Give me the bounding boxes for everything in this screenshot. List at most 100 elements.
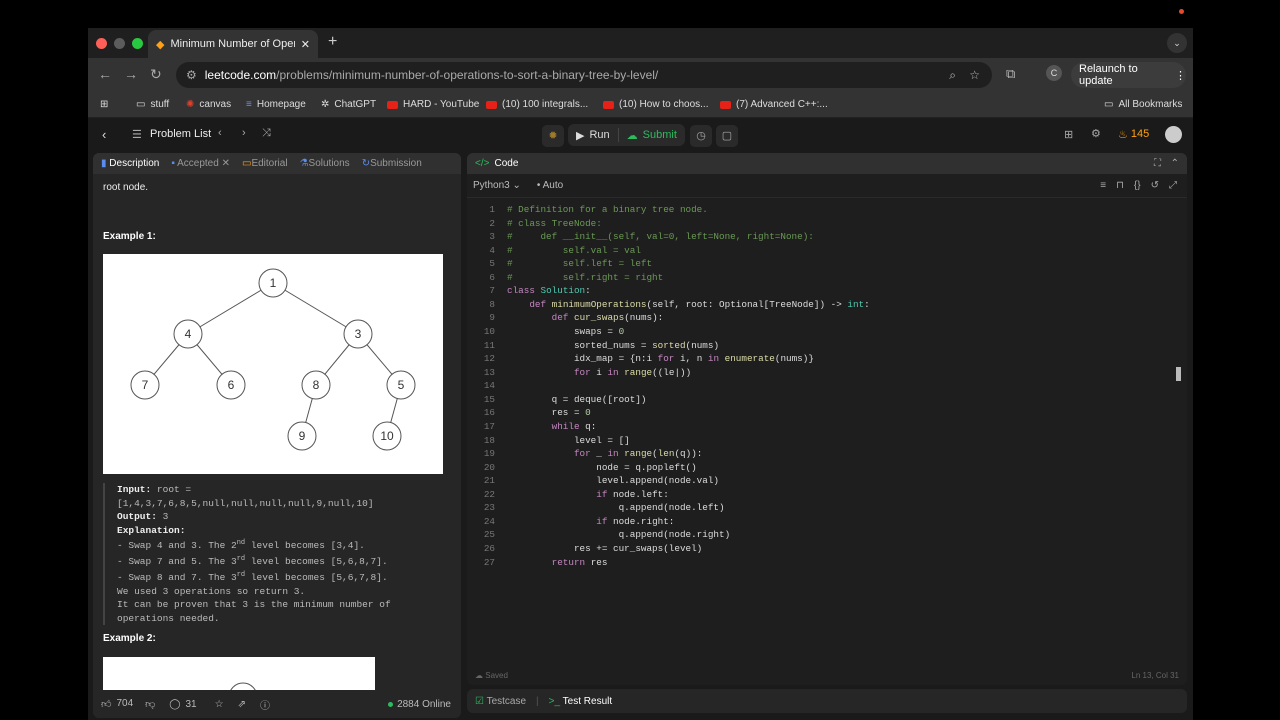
relaunch-button[interactable]: Relaunch to update ⋮ bbox=[1071, 62, 1186, 88]
run-submit-group: ▶ Run ☁ Submit bbox=[568, 124, 685, 146]
bookmark-homepage[interactable]: ≡ Homepage bbox=[246, 99, 306, 110]
bookmark-icon[interactable]: ⊓ bbox=[1116, 180, 1124, 191]
chevron-down-icon[interactable]: ⌄ bbox=[1167, 33, 1187, 53]
profile-avatar[interactable]: C bbox=[1046, 65, 1062, 81]
url-path: /problems/minimum-number-of-operations-t… bbox=[276, 68, 659, 82]
new-tab-icon[interactable]: + bbox=[328, 33, 337, 51]
next-problem-icon[interactable]: › bbox=[242, 127, 246, 139]
code-icon: </> bbox=[475, 158, 490, 169]
code-panel-title: Code bbox=[494, 158, 519, 169]
submit-button[interactable]: ☁ Submit bbox=[627, 129, 677, 142]
thumbs-up-icon: 👍︎ bbox=[101, 699, 112, 710]
shuffle-icon[interactable]: ⤨ bbox=[262, 127, 271, 140]
browser-window: ◆ Minimum Number of Operatio ✕ + ⌄ ← → ↻… bbox=[88, 28, 1193, 720]
youtube-icon bbox=[603, 100, 614, 109]
timer-icon[interactable]: ◷ bbox=[690, 125, 712, 147]
prev-problem-icon[interactable]: ‹ bbox=[218, 127, 222, 139]
more-vert-icon[interactable]: ⋮ bbox=[1175, 69, 1186, 82]
relaunch-label: Relaunch to update bbox=[1079, 63, 1138, 87]
homepage-icon: ≡ bbox=[246, 99, 252, 110]
tab-bar: ◆ Minimum Number of Operatio ✕ + ⌄ bbox=[88, 28, 1193, 58]
forward-icon[interactable]: → bbox=[124, 66, 138, 82]
share-icon[interactable]: ⇗ bbox=[238, 699, 246, 710]
saved-status: ☁ Saved bbox=[475, 670, 508, 680]
url-input[interactable]: ⚙ leetcode.com/problems/minimum-number-o… bbox=[176, 62, 992, 88]
bookmark-chatgpt[interactable]: ✲ ChatGPT bbox=[321, 99, 376, 110]
autocomplete-toggle[interactable]: • Auto bbox=[537, 180, 563, 191]
braces-icon[interactable]: {} bbox=[1134, 180, 1141, 191]
tab-test-result[interactable]: >_ Test Result bbox=[549, 696, 612, 707]
run-button[interactable]: ▶ Run bbox=[576, 129, 610, 142]
notes-icon[interactable]: ▢ bbox=[716, 125, 738, 147]
list-icon[interactable]: ☰ bbox=[132, 128, 142, 141]
tree-node-label: 4 bbox=[185, 327, 192, 341]
close-window-button[interactable] bbox=[96, 37, 107, 49]
browser-tab[interactable]: ◆ Minimum Number of Operatio ✕ bbox=[148, 30, 318, 58]
youtube-icon bbox=[486, 100, 497, 109]
close-tab-icon[interactable]: ✕ bbox=[301, 38, 310, 51]
comments-button[interactable]: ◯ 31 bbox=[169, 699, 196, 710]
zoom-icon[interactable]: ⌕ bbox=[949, 68, 956, 83]
binary-tree-diagram: 1 4 3 7 6 8 5 9 10 bbox=[130, 268, 416, 451]
code-panel: </> Code ⛶ ⌃ Python3 ⌄ • Auto ≡ ⊓ {} ↺ ⤢… bbox=[467, 153, 1187, 685]
close-tab-icon[interactable]: ✕ bbox=[222, 158, 230, 169]
console-panel: ☑ Testcase | >_ Test Result bbox=[467, 689, 1187, 713]
url-domain: leetcode.com bbox=[204, 68, 277, 82]
bookmark-canvas[interactable]: ✺ canvas bbox=[186, 99, 231, 110]
streak-counter[interactable]: ♨ 145 bbox=[1118, 128, 1149, 141]
problem-list-link[interactable]: Problem List bbox=[150, 128, 211, 140]
example-1-heading: Example 1: bbox=[103, 231, 156, 242]
expand-icon[interactable]: ⤢ bbox=[1169, 180, 1177, 191]
bookmark-youtube-2[interactable]: (10) 100 integrals... bbox=[486, 99, 588, 110]
tab-description[interactable]: ▮ Description bbox=[101, 158, 159, 169]
bookmark-youtube-1[interactable]: HARD - YouTube bbox=[387, 99, 479, 110]
example-1-tree-image: 1 4 3 7 6 8 5 9 10 bbox=[103, 254, 443, 474]
tab-accepted[interactable]: ▪ Accepted ✕ bbox=[171, 158, 230, 169]
upload-cloud-icon: ☁ bbox=[626, 129, 638, 142]
tab-testcase[interactable]: ☑ Testcase bbox=[475, 696, 526, 707]
fullscreen-icon[interactable]: ⛶ bbox=[1154, 158, 1161, 169]
format-icon[interactable]: ≡ bbox=[1100, 180, 1106, 191]
tab-submissions[interactable]: ↻Submission bbox=[362, 158, 422, 169]
editor-status-bar: ☁ Saved Ln 13, Col 31 bbox=[467, 665, 1187, 685]
settings-gear-icon[interactable]: ⚙ bbox=[1091, 127, 1101, 140]
star-icon[interactable]: ☆ bbox=[215, 699, 224, 710]
help-icon[interactable]: ⓘ bbox=[260, 697, 270, 712]
site-info-icon[interactable]: ⚙ bbox=[186, 68, 197, 82]
layout-grid-icon[interactable]: ⊞ bbox=[1064, 128, 1073, 141]
bookmarks-bar: ⊞ ▭ stuff ✺ canvas ≡ Homepage ✲ ChatGPT HARD… bbox=[88, 92, 1193, 118]
language-select[interactable]: Python3 ⌄ bbox=[473, 180, 521, 191]
tab-solutions[interactable]: ⚗Solutions bbox=[300, 158, 350, 169]
tree-node-label: 3 bbox=[355, 327, 362, 341]
tree-node-label: 7 bbox=[142, 378, 149, 392]
scrollbar-thumb[interactable] bbox=[1176, 367, 1181, 381]
chevron-down-icon: ⌄ bbox=[512, 180, 521, 191]
youtube-icon bbox=[387, 100, 398, 109]
like-button[interactable]: 👍︎ 704 bbox=[101, 698, 133, 710]
back-icon[interactable]: ← bbox=[98, 66, 112, 82]
bookmark-youtube-4[interactable]: (7) Advanced C++:... bbox=[720, 99, 828, 110]
tree-node-label: 8 bbox=[313, 378, 320, 392]
bookmark-star-icon[interactable]: ☆ bbox=[969, 68, 980, 82]
apps-grid-icon[interactable]: ⊞ bbox=[100, 99, 108, 110]
window-controls bbox=[96, 37, 143, 49]
reload-icon[interactable]: ↻ bbox=[150, 66, 162, 83]
bookmark-youtube-3[interactable]: (10) How to choos... bbox=[603, 99, 708, 110]
collapse-icon[interactable]: ⌃ bbox=[1171, 158, 1179, 169]
bookmark-stuff[interactable]: ▭ stuff bbox=[136, 99, 169, 110]
leetcode-logo-icon[interactable]: ‹ bbox=[102, 127, 106, 142]
tab-editorial[interactable]: ▭Editorial bbox=[242, 158, 288, 169]
thumbs-down-icon[interactable]: 👎︎ bbox=[145, 698, 155, 710]
all-bookmarks[interactable]: ▭ All Bookmarks bbox=[1104, 99, 1182, 110]
maximize-window-button[interactable] bbox=[132, 37, 143, 49]
debug-bug-icon[interactable]: ✹ bbox=[542, 125, 564, 147]
reset-icon[interactable]: ↺ bbox=[1151, 180, 1159, 191]
minimize-window-button[interactable] bbox=[114, 37, 125, 49]
code-panel-header: </> Code ⛶ ⌃ bbox=[467, 153, 1187, 174]
leetcode-navbar: ‹ ☰ Problem List ‹ › ⤨ ✹ ▶ Run ☁ Submit ◷ … bbox=[88, 118, 1193, 152]
chatgpt-icon: ✲ bbox=[321, 99, 330, 110]
extensions-icon[interactable]: ⧉ bbox=[1006, 66, 1015, 82]
example-1-block: Input: root = [1,4,3,7,6,8,5,null,null,n… bbox=[103, 483, 443, 626]
user-avatar[interactable] bbox=[1165, 126, 1182, 143]
youtube-icon bbox=[720, 100, 731, 109]
